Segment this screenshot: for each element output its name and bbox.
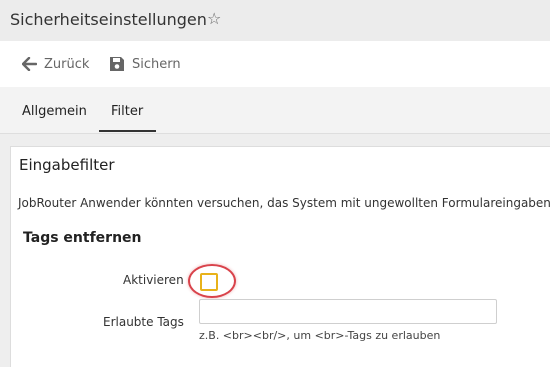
allowed-tags-hint: z.B. <br><br/>, um <br>-Tags zu erlauben [199,329,441,342]
tab-allgemein[interactable]: Allgemein [22,104,87,119]
page-title: Sicherheitseinstellungen [10,10,207,29]
highlight-ring [188,264,236,298]
active-tab-indicator [99,130,156,132]
allowed-tags-input[interactable] [199,299,497,324]
arrow-left-icon [22,57,37,71]
filter-panel: Eingabefilter JobRouter Anwender könnten… [10,146,550,367]
title-bar: Sicherheitseinstellungen ☆ [0,0,550,41]
tab-filter[interactable]: Filter [111,104,143,119]
back-button[interactable]: Zurück [22,54,89,74]
tab-bar: Allgemein Filter [0,87,550,134]
toolbar: Zurück Sichern [0,41,550,87]
save-button-label: Sichern [132,56,181,72]
subsection-title: Tags entfernen [23,230,142,246]
floppy-disk-icon [110,57,124,71]
activate-label: Aktivieren [123,273,184,287]
section-title: Eingabefilter [19,156,115,174]
back-button-label: Zurück [44,56,90,72]
section-description: JobRouter Anwender könnten versuchen, da… [18,196,550,210]
save-button[interactable]: Sichern [109,54,181,74]
star-icon[interactable]: ☆ [207,9,221,28]
allowed-tags-label: Erlaubte Tags [103,315,184,329]
